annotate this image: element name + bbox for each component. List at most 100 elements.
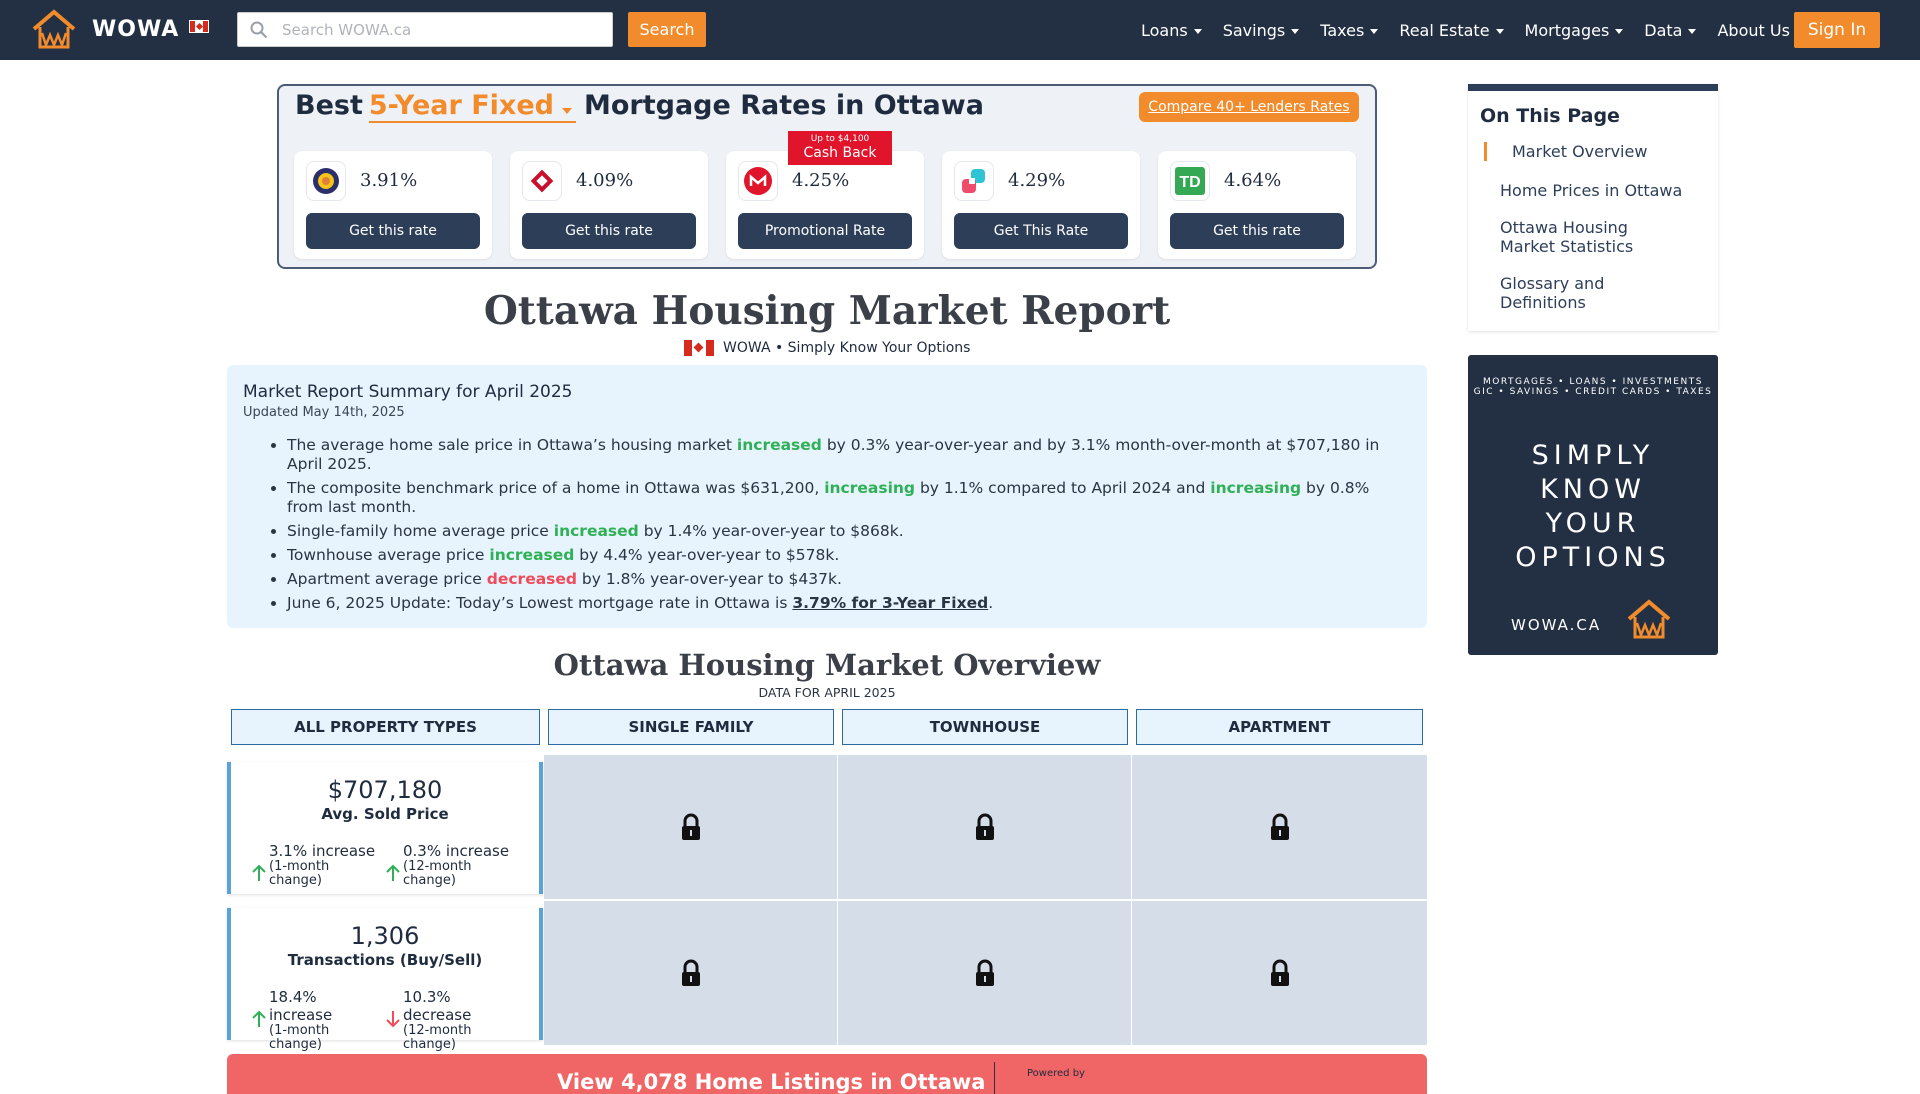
locked-cell[interactable] [838,901,1131,1045]
toc-item-market-statistics[interactable]: Ottawa Housing Market Statistics [1500,218,1650,256]
mortgage-rates-widget: Best 5-Year Fixed Mortgage Rates in Ottawa… [277,84,1377,269]
tab-apartment[interactable]: APARTMENT [1136,709,1423,745]
monthly-change: 3.1% increase (1-month change) [251,842,381,888]
text: Townhouse average price [287,546,490,564]
yearly-change: 0.3% increase (12-month change) [385,842,515,888]
nav-taxes[interactable]: Taxes [1320,20,1379,40]
text: . [988,594,994,612]
search-input[interactable] [282,14,602,45]
nav-mortgages[interactable]: Mortgages [1525,21,1624,40]
stat-label: Avg. Sold Price [321,805,449,823]
rate-card: 3.91% Get this rate [294,151,492,259]
td-logo-icon: TD [1170,161,1210,201]
ad-tagline-1: MORTGAGES • LOANS • INVESTMENTS [1483,377,1703,387]
page-title: Ottawa Housing Market Report [483,288,1171,334]
toc-item-glossary[interactable]: Glossary and Definitions [1500,274,1630,312]
rates-title-prefix: Best [295,90,363,121]
product-dropdown[interactable]: 5-Year Fixed [368,90,576,123]
list-item: June 6, 2025 Update: Today’s Lowest mort… [287,594,1407,613]
house-logo-icon [32,9,76,49]
monthly-change: 18.4% increase (1-month change) [251,988,381,1052]
view-listings-banner[interactable]: View 4,078 Home Listings in Ottawa Power… [227,1054,1427,1094]
ad-brand: WOWA.CA [1511,616,1602,634]
overview-subtitle: DATA FOR APRIL 2025 [758,685,896,700]
tab-single-family[interactable]: SINGLE FAMILY [548,709,834,745]
toc-item-market-overview[interactable]: Market Overview [1484,142,1684,161]
lock-icon [1270,959,1289,986]
locked-cell[interactable] [838,755,1131,899]
stat-value: 1,306 [350,922,420,950]
diamond-logo-icon [522,161,562,201]
nav-label: Taxes [1320,20,1365,40]
get-rate-button[interactable]: Get this rate [522,213,696,249]
circle-logo-icon [306,161,346,201]
nav-loans[interactable]: Loans [1141,21,1202,40]
text: by 4.4% year-over-year to $578k. [574,546,840,564]
arrow-up-icon [252,1010,266,1027]
locked-cell[interactable] [544,901,837,1045]
logo-text: WOWA [92,16,180,42]
arrow-up-icon [252,864,266,881]
compare-lenders-button[interactable]: Compare 40+ Lenders Rates [1139,92,1359,122]
bmo-logo-icon [738,161,778,201]
text: Apartment average price [287,570,487,588]
chevron-down-icon [1615,28,1624,34]
locked-cell[interactable] [544,755,837,899]
sign-in-button[interactable]: Sign In [1794,12,1880,48]
text: June 6, 2025 Update: Today’s Lowest mort… [287,594,793,612]
text: Single-family home average price [287,522,554,540]
trend-word: increased [489,546,575,564]
get-rate-button[interactable]: Get This Rate [954,213,1128,249]
yearly-change: 10.3% decrease (12-month change) [385,988,515,1052]
lock-icon [681,959,700,986]
market-summary: Market Report Summary for April 2025 Upd… [227,365,1427,628]
byline-text: WOWA • Simply Know Your Options [723,340,971,356]
tab-all-property-types[interactable]: ALL PROPERTY TYPES [231,709,540,745]
lock-icon [1270,813,1289,840]
arrow-down-icon [386,1011,400,1028]
list-item: Townhouse average price increased by 4.4… [287,546,1407,565]
change-label: (12-month change) [403,1023,472,1052]
get-rate-button[interactable]: Get this rate [1170,213,1344,249]
search-button[interactable]: Search [628,12,706,47]
summary-heading: Market Report Summary for April 2025 [243,382,573,402]
rate-card: 4.29% Get This Rate [942,151,1140,259]
cash-back-badge: Up to $4,100 Cash Back [788,131,892,165]
lowest-rate-link[interactable]: 3.79% for 3-Year Fixed [792,594,988,612]
locked-cell[interactable] [1132,901,1427,1045]
toc-item-home-prices[interactable]: Home Prices in Ottawa [1500,181,1700,200]
text: by 1.1% compared to April 2024 and [915,479,1211,497]
ad-tagline-2: GIC • SAVINGS • CREDIT CARDS • TAXES [1473,387,1713,397]
transactions-card: 1,306 Transactions (Buy/Sell) 18.4% incr… [227,908,543,1052]
change-value: 10.3% decrease [403,988,472,1024]
wowa-logo[interactable]: WOWA [30,9,210,49]
tab-townhouse[interactable]: TOWNHOUSE [842,709,1128,745]
badge-small-text: Up to $4,100 [810,134,870,144]
ad-tagline: MORTGAGES • LOANS • INVESTMENTS GIC • SA… [1468,377,1718,397]
text: by 1.4% year-over-year to $868k. [638,522,904,540]
lock-icon [975,813,994,840]
lock-icon [681,813,700,840]
canada-flag-icon [684,340,714,356]
lock-icon [975,959,994,986]
locked-cell[interactable] [1132,755,1427,899]
chevron-down-icon [1495,28,1504,34]
divider [994,1062,995,1094]
chevron-down-icon [1193,28,1202,34]
get-rate-button[interactable]: Get this rate [306,213,480,249]
nav-real-estate[interactable]: Real Estate [1399,21,1504,40]
ad-line: SIMPLY [1531,440,1655,471]
trend-word: increased [736,436,822,454]
chevron-down-icon [1370,28,1379,34]
ad-headline: SIMPLY KNOW YOUR OPTIONS [1468,439,1718,575]
nav-about-us[interactable]: About Us [1717,21,1804,40]
change-label: (1-month change) [269,1023,330,1052]
promotional-rate-button[interactable]: Promotional Rate [738,213,912,249]
avg-price-card: $707,180 Avg. Sold Price 3.1% increase (… [227,762,543,894]
on-this-page-nav: On This Page Market Overview Home Prices… [1468,84,1718,331]
trend-word: increasing [1210,479,1302,497]
nav-savings[interactable]: Savings [1223,21,1300,40]
wowa-ad-banner[interactable]: MORTGAGES • LOANS • INVESTMENTS GIC • SA… [1468,355,1718,655]
nav-data[interactable]: Data [1644,21,1697,40]
rate-value: 3.91% [360,170,418,191]
